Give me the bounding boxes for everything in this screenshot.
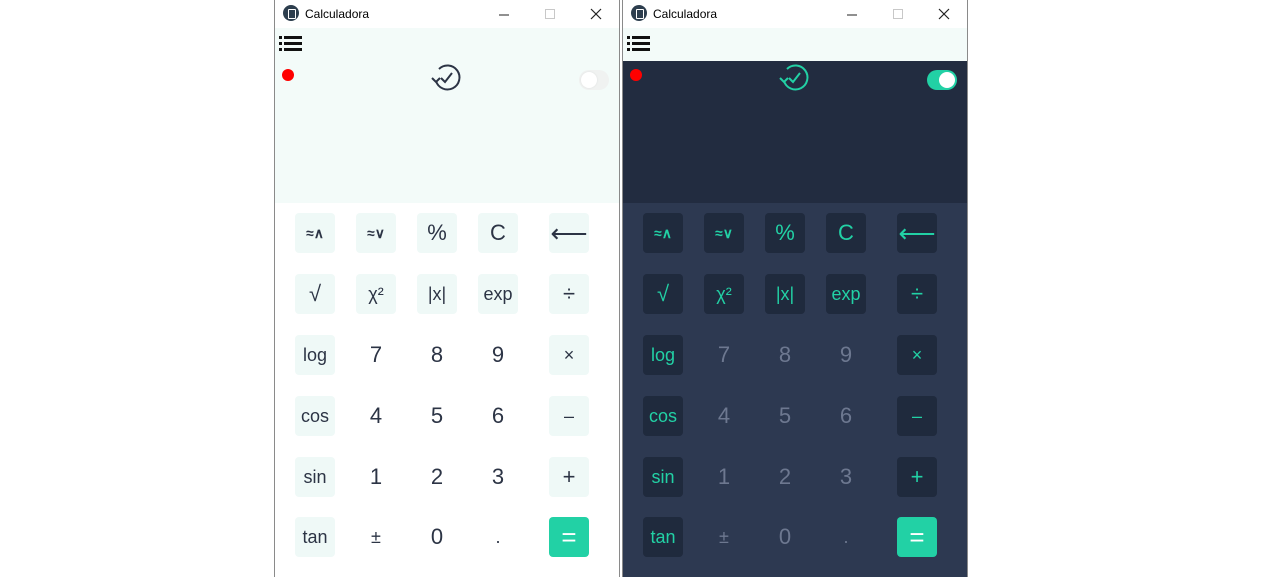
close-button[interactable] (921, 0, 967, 28)
digit-1-button[interactable]: 1 (356, 457, 396, 497)
digit-2-button[interactable]: 2 (417, 457, 457, 497)
toggle-knob (581, 72, 597, 88)
exp-button[interactable]: exp (478, 274, 518, 314)
sin-button[interactable]: sin (295, 457, 335, 497)
dark-mode-toggle[interactable] (927, 70, 957, 90)
divide-button[interactable]: ÷ (549, 274, 589, 314)
approx-up-button[interactable]: ≈∧ (295, 213, 335, 253)
window-title: Calculadora (653, 7, 718, 21)
digit-3-button[interactable]: 3 (478, 457, 518, 497)
square-button[interactable]: χ² (356, 274, 396, 314)
calculator-window-dark: Calculadora ≈∧ ≈∨ % C ⟵ √ χ² |x| exp ÷ l… (622, 0, 968, 577)
digit-3-button[interactable]: 3 (826, 457, 866, 497)
title-bar: Calculadora (275, 0, 619, 28)
backspace-button[interactable]: ⟵ (897, 213, 937, 253)
plus-minus-button[interactable]: ± (704, 517, 744, 557)
digit-2-button[interactable]: 2 (765, 457, 805, 497)
decimal-point-button[interactable]: . (478, 517, 518, 557)
digit-5-button[interactable]: 5 (417, 396, 457, 436)
equals-button[interactable]: = (549, 517, 589, 557)
approx-up-button[interactable]: ≈∧ (643, 213, 683, 253)
record-indicator-dot (630, 69, 642, 81)
tan-button[interactable]: tan (295, 517, 335, 557)
keypad: ≈∧ ≈∨ % C ⟵ √ χ² |x| exp ÷ log 7 8 9 × c… (623, 203, 967, 577)
tan-button[interactable]: tan (643, 517, 683, 557)
menu-bar (623, 28, 967, 61)
sin-button[interactable]: sin (643, 457, 683, 497)
digit-9-button[interactable]: 9 (478, 335, 518, 375)
cos-button[interactable]: cos (643, 396, 683, 436)
minus-button[interactable]: – (897, 396, 937, 436)
divide-button[interactable]: ÷ (897, 274, 937, 314)
digit-8-button[interactable]: 8 (417, 335, 457, 375)
history-icon[interactable] (777, 61, 811, 95)
abs-button[interactable]: |x| (417, 274, 457, 314)
approx-down-button[interactable]: ≈∨ (356, 213, 396, 253)
square-button[interactable]: χ² (704, 274, 744, 314)
plus-minus-button[interactable]: ± (356, 517, 396, 557)
digit-9-button[interactable]: 9 (826, 335, 866, 375)
log-button[interactable]: log (643, 335, 683, 375)
calculator-window-light: Calculadora ≈∧ ≈∨ % C ⟵ √ χ² |x| exp ÷ l… (274, 0, 620, 577)
digit-6-button[interactable]: 6 (478, 396, 518, 436)
equals-button[interactable]: = (897, 517, 937, 557)
maximize-button[interactable] (875, 0, 921, 28)
digit-7-button[interactable]: 7 (704, 335, 744, 375)
toggle-knob (939, 72, 955, 88)
record-indicator-dot (282, 69, 294, 81)
menu-bar (275, 28, 619, 61)
digit-5-button[interactable]: 5 (765, 396, 805, 436)
calculator-app-icon (631, 5, 647, 21)
digit-4-button[interactable]: 4 (704, 396, 744, 436)
log-button[interactable]: log (295, 335, 335, 375)
title-bar: Calculadora (623, 0, 967, 28)
digit-0-button[interactable]: 0 (417, 517, 457, 557)
minus-button[interactable]: – (549, 396, 589, 436)
keypad: ≈∧ ≈∨ % C ⟵ √ χ² |x| exp ÷ log 7 8 9 × c… (275, 203, 619, 577)
sqrt-button[interactable]: √ (643, 274, 683, 314)
dark-mode-toggle[interactable] (579, 70, 609, 90)
window-title: Calculadora (305, 7, 370, 21)
clear-button[interactable]: C (478, 213, 518, 253)
maximize-button[interactable] (527, 0, 573, 28)
plus-button[interactable]: + (897, 457, 937, 497)
digit-8-button[interactable]: 8 (765, 335, 805, 375)
digit-1-button[interactable]: 1 (704, 457, 744, 497)
digit-0-button[interactable]: 0 (765, 517, 805, 557)
hamburger-menu-icon[interactable] (278, 32, 304, 54)
close-button[interactable] (573, 0, 619, 28)
percent-button[interactable]: % (765, 213, 805, 253)
multiply-button[interactable]: × (897, 335, 937, 375)
digit-6-button[interactable]: 6 (826, 396, 866, 436)
cos-button[interactable]: cos (295, 396, 335, 436)
approx-down-button[interactable]: ≈∨ (704, 213, 744, 253)
exp-button[interactable]: exp (826, 274, 866, 314)
plus-button[interactable]: + (549, 457, 589, 497)
history-icon[interactable] (429, 61, 463, 95)
minimize-button[interactable] (481, 0, 527, 28)
sqrt-button[interactable]: √ (295, 274, 335, 314)
multiply-button[interactable]: × (549, 335, 589, 375)
abs-button[interactable]: |x| (765, 274, 805, 314)
minimize-button[interactable] (829, 0, 875, 28)
digit-4-button[interactable]: 4 (356, 396, 396, 436)
decimal-point-button[interactable]: . (826, 517, 866, 557)
clear-button[interactable]: C (826, 213, 866, 253)
hamburger-menu-icon[interactable] (626, 32, 652, 54)
backspace-button[interactable]: ⟵ (549, 213, 589, 253)
percent-button[interactable]: % (417, 213, 457, 253)
digit-7-button[interactable]: 7 (356, 335, 396, 375)
display-area (275, 61, 619, 203)
calculator-app-icon (283, 5, 299, 21)
display-area (623, 61, 967, 203)
